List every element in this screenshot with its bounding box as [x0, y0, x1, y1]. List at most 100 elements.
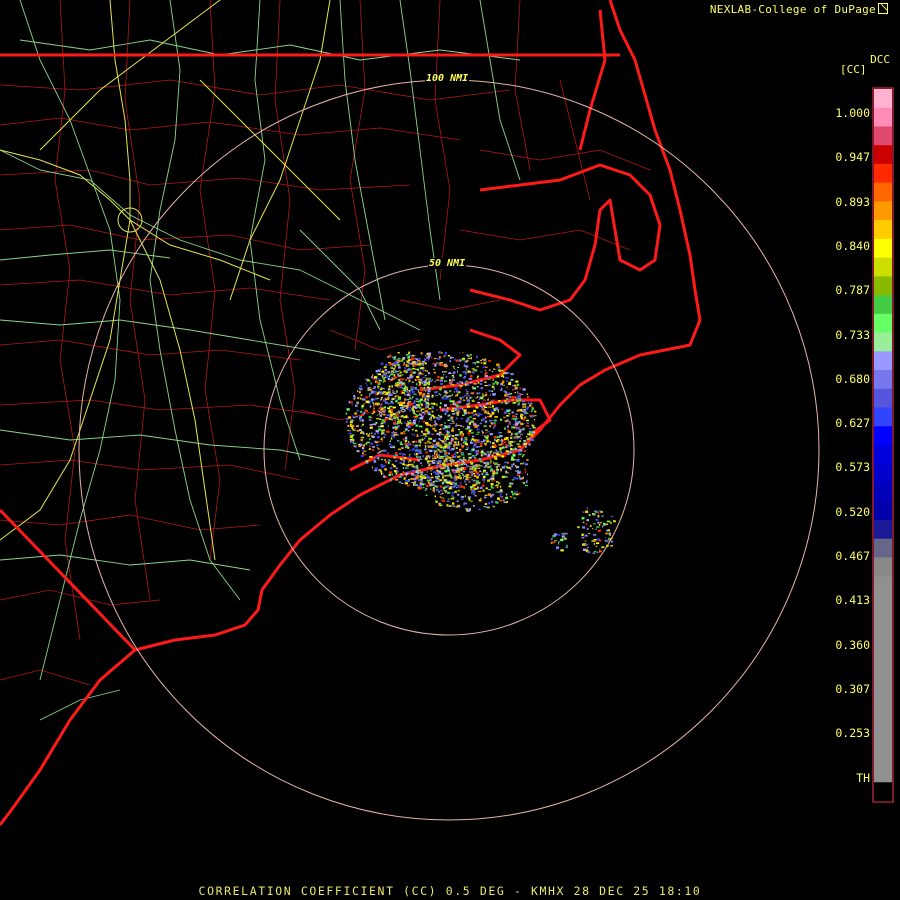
echo-gate — [517, 445, 522, 448]
echo-gate — [488, 453, 491, 455]
echo-gate — [479, 383, 483, 385]
echo-gate — [498, 443, 502, 446]
echo-gate — [439, 433, 441, 437]
echo-gate — [360, 425, 362, 427]
echo-gate — [500, 493, 502, 495]
echo-gate — [430, 402, 434, 405]
echo-gate — [365, 461, 369, 464]
echo-gate — [452, 482, 454, 485]
echo-gate — [386, 392, 389, 394]
echo-gate — [420, 403, 423, 407]
echo-gate — [444, 436, 447, 439]
echo-gate — [439, 489, 443, 492]
legend-color-step — [874, 445, 892, 465]
echo-gate — [439, 479, 443, 482]
echo-gate — [447, 463, 450, 465]
echo-gate — [519, 477, 523, 480]
echo-gate — [391, 402, 395, 405]
echo-gate — [428, 377, 432, 379]
echo-gate — [412, 381, 414, 383]
echo-gate — [368, 394, 371, 397]
echo-gate — [420, 477, 422, 480]
echo-gate — [395, 426, 398, 429]
echo-gate — [501, 373, 504, 377]
echo-gate — [466, 354, 469, 357]
echo-gate — [530, 434, 534, 437]
echo-gate — [509, 496, 513, 498]
echo-gate — [556, 534, 561, 536]
echo-gate — [489, 369, 491, 372]
echo-gate — [390, 366, 393, 369]
echo-gate — [351, 403, 354, 406]
echo-gate — [416, 472, 420, 474]
echo-gate — [507, 401, 510, 403]
echo-gate — [385, 461, 388, 464]
echo-gate — [439, 446, 441, 448]
echo-gate — [595, 528, 597, 530]
echo-gate — [483, 506, 486, 508]
echo-gate — [550, 542, 553, 544]
echo-gate — [449, 442, 452, 444]
echo-gate — [368, 448, 371, 450]
echo-gate — [508, 409, 510, 411]
echo-gate — [376, 414, 378, 416]
echo-gate — [428, 372, 430, 375]
echo-gate — [507, 372, 510, 374]
legend-tick-label: 0.573 — [835, 460, 870, 475]
echo-gate — [509, 409, 511, 411]
echo-gate — [459, 484, 463, 486]
echo-gate — [399, 441, 403, 444]
echo-gate — [466, 384, 470, 386]
echo-gate — [399, 419, 402, 422]
echo-gate — [444, 457, 448, 460]
echo-gate — [582, 543, 585, 546]
credit-label[interactable]: NEXLAB-College of DuPage — [710, 3, 888, 16]
echo-gate — [380, 423, 382, 425]
radar-map[interactable] — [0, 0, 900, 900]
echo-gate — [585, 544, 589, 546]
echo-gate — [426, 411, 431, 414]
echo-gate — [517, 456, 519, 458]
echo-gate — [443, 481, 444, 485]
echo-gate — [441, 409, 445, 412]
echo-gate — [437, 414, 440, 417]
echo-gate — [403, 363, 405, 366]
echo-gate — [478, 499, 482, 502]
echo-gate — [501, 369, 504, 372]
echo-gate — [420, 409, 422, 412]
echo-gate — [496, 453, 501, 456]
echo-gate — [428, 413, 432, 416]
echo-gate — [450, 433, 452, 437]
echo-gate — [398, 379, 400, 382]
echo-gate — [484, 435, 486, 437]
echo-gate — [465, 478, 468, 480]
echo-gate — [407, 461, 410, 463]
echo-gate — [464, 495, 466, 498]
echo-gate — [408, 456, 412, 459]
echo-gate — [464, 372, 467, 375]
echo-gate — [405, 415, 408, 418]
echo-gate — [419, 378, 423, 381]
echo-gate — [376, 392, 379, 395]
echo-gate — [521, 429, 525, 431]
echo-gate — [520, 453, 522, 455]
echo-gate — [489, 478, 493, 480]
echo-gate — [428, 442, 432, 444]
echo-gate — [525, 425, 530, 427]
echo-gate — [469, 375, 473, 378]
echo-gate — [472, 472, 476, 475]
echo-gate — [416, 466, 419, 470]
echo-gate — [495, 471, 498, 475]
echo-gate — [598, 511, 600, 514]
echo-gate — [529, 404, 532, 407]
echo-gate — [419, 361, 421, 363]
echo-gate — [519, 387, 521, 390]
echo-gate — [443, 467, 446, 469]
echo-gate — [377, 428, 382, 431]
echo-gate — [516, 459, 520, 462]
echo-gate — [515, 427, 520, 430]
echo-gate — [393, 475, 395, 477]
echo-gate — [483, 399, 486, 401]
echo-gate — [383, 366, 387, 369]
echo-gate — [513, 497, 517, 499]
